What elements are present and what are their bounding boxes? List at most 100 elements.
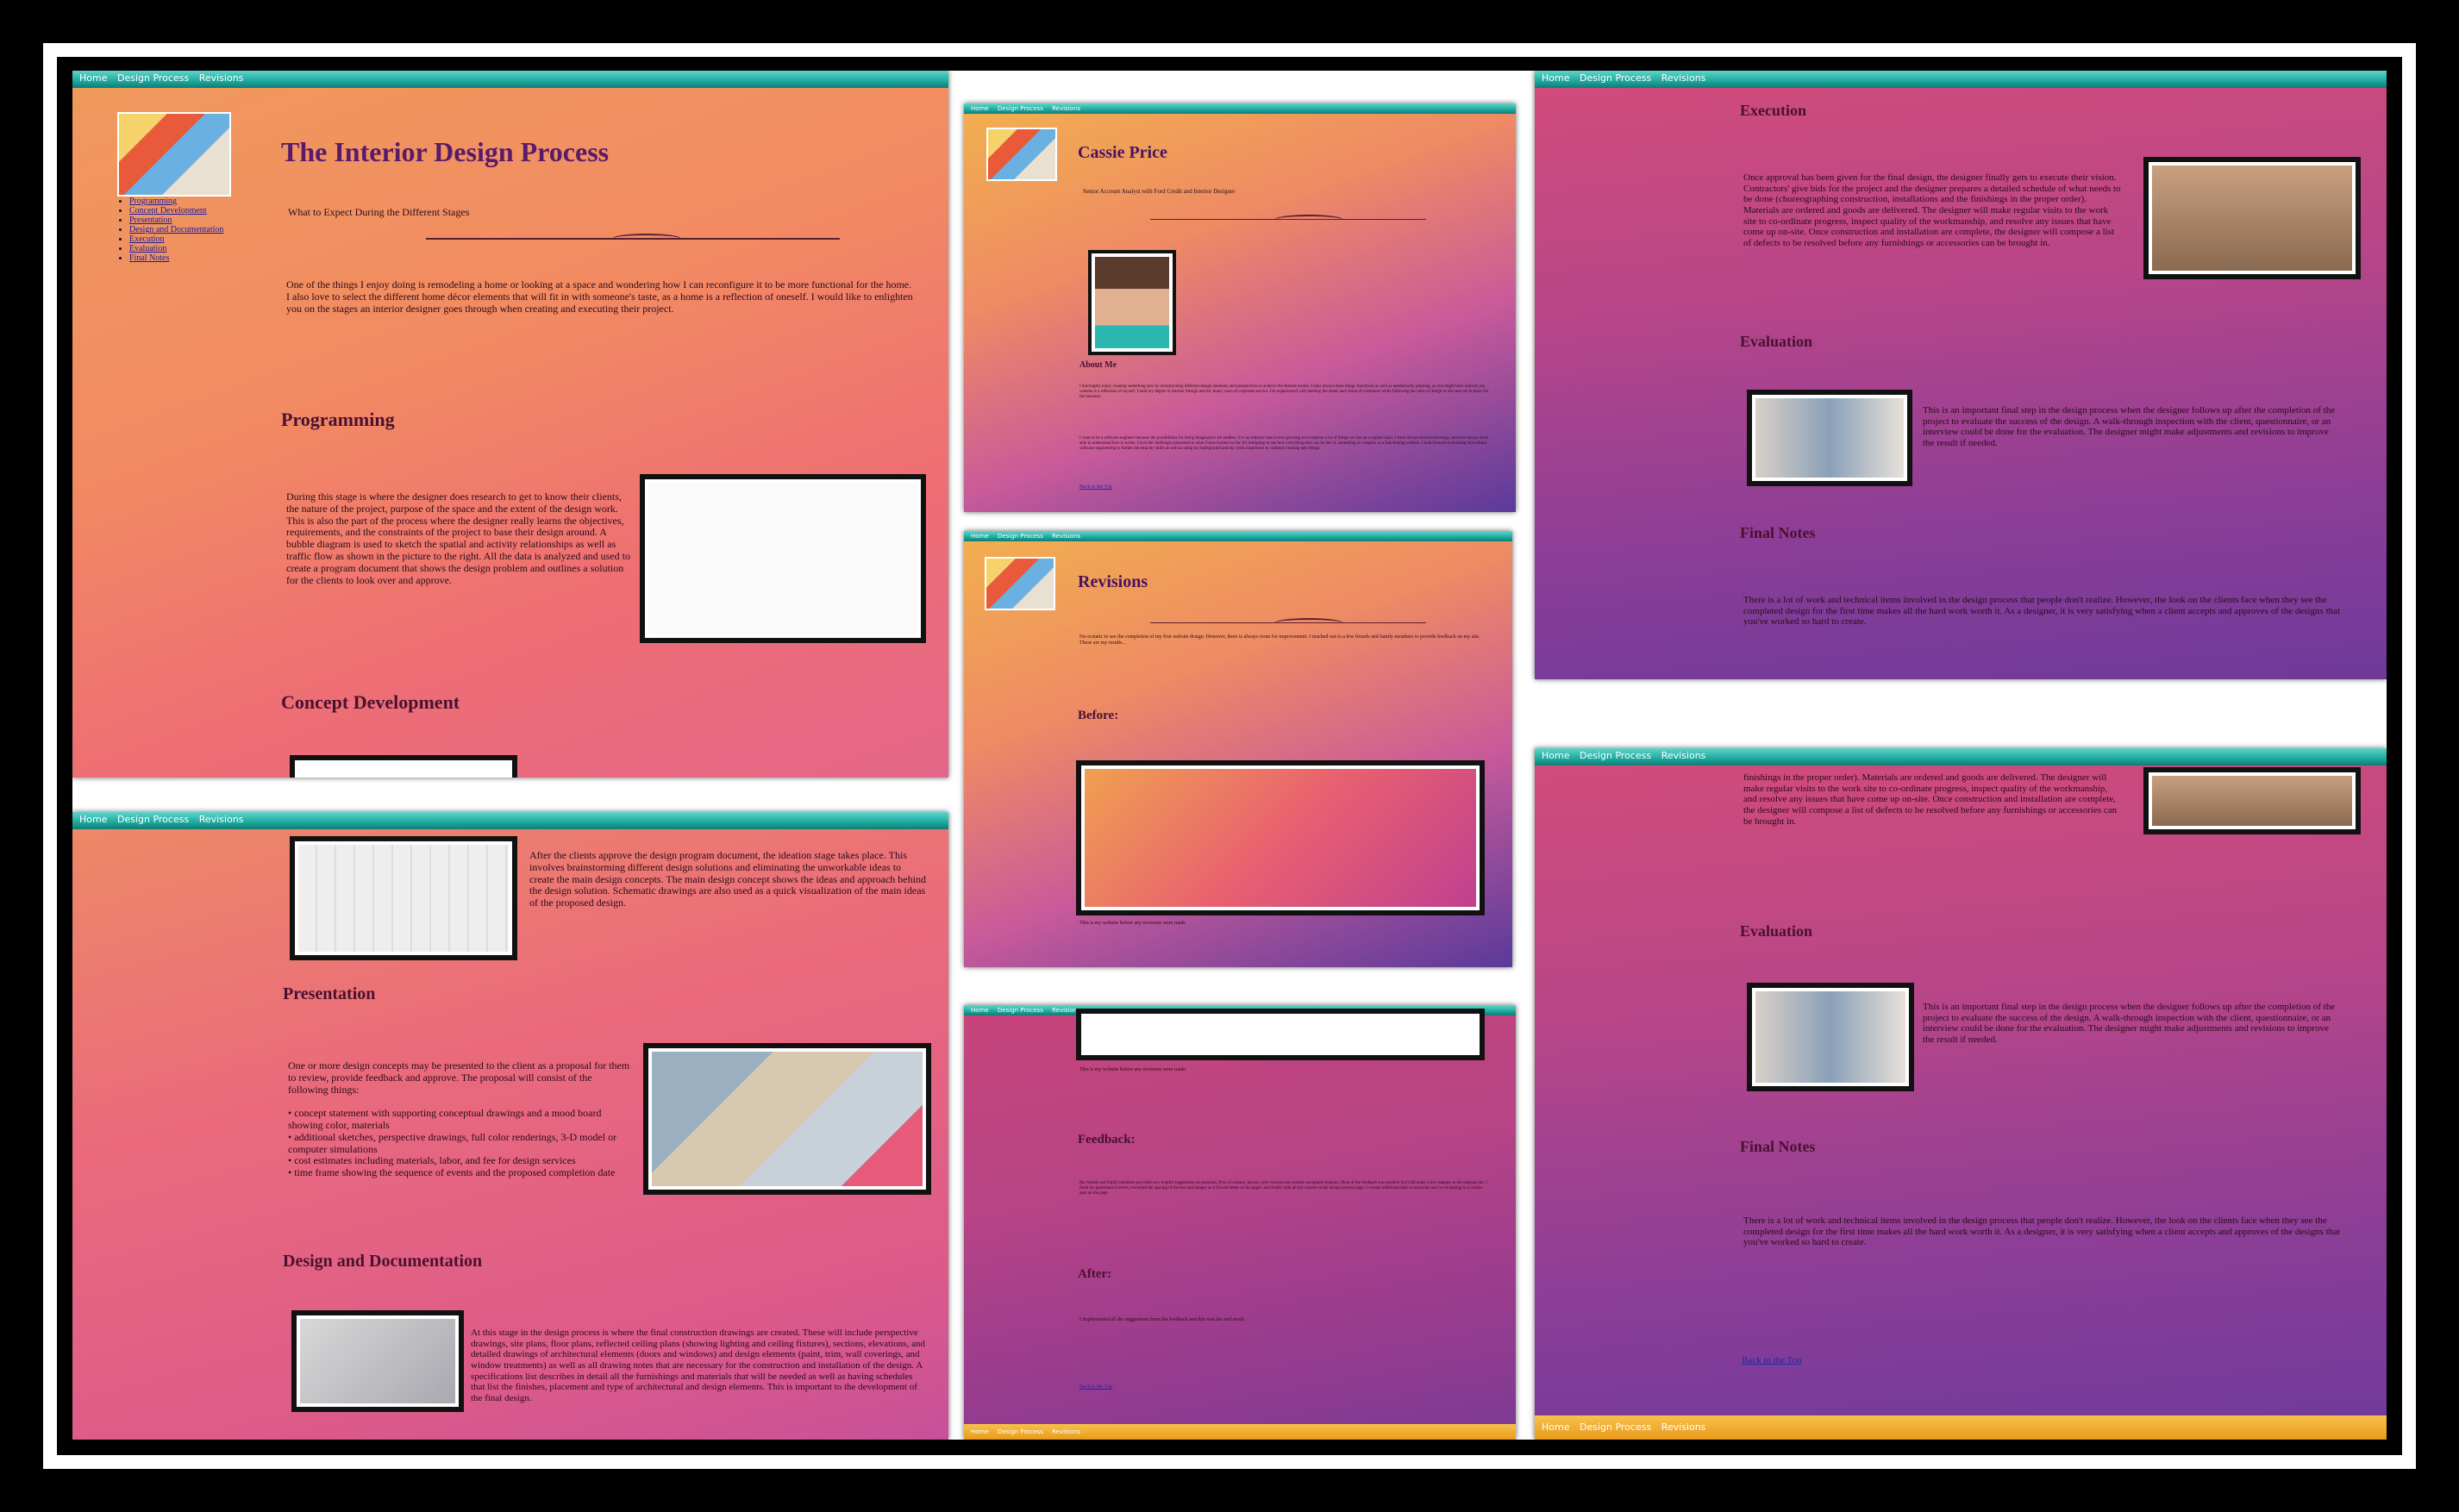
- execution-text: Once approval has been given for the fin…: [1743, 172, 2121, 248]
- documentation-heading: Design and Documentation: [283, 1252, 483, 1271]
- evaluation-heading: Evaluation: [1740, 922, 1813, 940]
- execution-heading: Execution: [1740, 102, 1807, 119]
- nav-home-link[interactable]: Home: [79, 814, 107, 825]
- nav-home-link[interactable]: Home: [971, 105, 989, 112]
- nav-design-process-link[interactable]: Design Process: [117, 814, 189, 825]
- nav-home-link[interactable]: Home: [1542, 750, 1569, 761]
- concept-heading: Concept Development: [281, 691, 460, 713]
- nav-home-link[interactable]: Home: [971, 1007, 989, 1014]
- mood-board-image: [643, 1043, 931, 1195]
- nav-home-link[interactable]: Home: [79, 72, 107, 84]
- walkthrough-image: [1747, 390, 1912, 486]
- nav-design-process-link[interactable]: Design Process: [1580, 72, 1651, 84]
- schematic-image-partial: [290, 755, 517, 778]
- screenshot-revisions-top: Home Design Process Revisions Revisions …: [964, 531, 1512, 967]
- evaluation-text: This is an important final step in the d…: [1923, 405, 2336, 448]
- blueprint-image: [291, 1310, 464, 1412]
- nav-bar: Home Design Process Revisions: [72, 812, 948, 829]
- about-paragraph-1: I thoroughly enjoy creating something ne…: [1079, 384, 1489, 399]
- revisions-title: Revisions: [1078, 572, 1148, 591]
- nav-bar: Home Design Process Revisions: [964, 531, 1512, 541]
- toc-item[interactable]: Design and Documentation: [129, 225, 302, 234]
- revisions-intro: I'm ecstatic to see the completion of my…: [1079, 634, 1480, 646]
- construction-site-image: [2143, 157, 2361, 279]
- back-to-top-link[interactable]: Back to the Top: [1742, 1355, 1802, 1365]
- before-screenshot-image: [1076, 760, 1485, 915]
- logo-image: [986, 128, 1057, 181]
- toc-item[interactable]: Presentation: [129, 216, 302, 225]
- toc-item[interactable]: Programming: [129, 197, 302, 206]
- ornamental-divider: [1150, 618, 1426, 623]
- after-text: I implemented all the suggestions from t…: [1079, 1317, 1246, 1322]
- nav-design-process-link[interactable]: Design Process: [998, 1007, 1043, 1014]
- nav-revisions-link[interactable]: Revisions: [1052, 105, 1080, 112]
- nav-revisions-link[interactable]: Revisions: [1661, 72, 1706, 84]
- final-notes-heading: Final Notes: [1740, 1138, 1816, 1155]
- toc-item[interactable]: Evaluation: [129, 244, 302, 253]
- footer-home-link[interactable]: Home: [971, 1428, 989, 1435]
- nav-home-link[interactable]: Home: [971, 533, 989, 540]
- footer-revisions-link[interactable]: Revisions: [1052, 1428, 1080, 1435]
- nav-revisions-link[interactable]: Revisions: [1661, 750, 1706, 761]
- nav-design-process-link[interactable]: Design Process: [117, 72, 189, 84]
- feedback-text: My friends and family members provided v…: [1079, 1181, 1487, 1196]
- before-caption: This is my website before any revisions …: [1079, 921, 1187, 926]
- about-role: Senior Account Analyst with Ford Credit …: [1083, 188, 1236, 195]
- back-to-top-link[interactable]: Back to the Top: [1079, 484, 1112, 490]
- about-heading: About Me: [1079, 360, 1117, 370]
- toc-item[interactable]: Final Notes: [129, 253, 302, 263]
- ornamental-divider: [1150, 215, 1426, 220]
- after-heading: After:: [1078, 1267, 1112, 1281]
- footer-nav-bar: Home Design Process Revisions: [964, 1424, 1516, 1440]
- nav-home-link[interactable]: Home: [1542, 72, 1569, 84]
- execution-text-partial: finishings in the proper order). Materia…: [1743, 772, 2118, 827]
- nav-bar: Home Design Process Revisions: [964, 103, 1516, 114]
- screenshot-design-top: Home Design Process Revisions The Interi…: [72, 71, 948, 778]
- nav-bar: Home Design Process Revisions: [1535, 71, 2387, 88]
- presentation-text: One or more design concepts may be prese…: [288, 1059, 630, 1179]
- toc-item[interactable]: Execution: [129, 234, 302, 244]
- nav-design-process-link[interactable]: Design Process: [998, 533, 1043, 540]
- screenshot-design-end: Home Design Process Revisions finishings…: [1535, 748, 2387, 1440]
- bubble-diagram-image: [640, 474, 926, 643]
- back-to-top-link[interactable]: Back to the Top: [1079, 1384, 1112, 1390]
- before-caption: This is my website before any revisions …: [1079, 1067, 1187, 1072]
- footer-design-process-link[interactable]: Design Process: [998, 1428, 1043, 1435]
- before-heading: Before:: [1078, 709, 1119, 722]
- page-title: The Interior Design Process: [281, 136, 610, 167]
- final-notes-text: There is a lot of work and technical ite…: [1743, 595, 2341, 628]
- toc-list: Programming Concept Development Presenta…: [119, 197, 302, 263]
- screenshot-about: Home Design Process Revisions Cassie Pri…: [964, 103, 1516, 512]
- concept-text: After the clients approve the design pro…: [529, 849, 926, 909]
- nav-bar: Home Design Process Revisions: [1535, 748, 2387, 765]
- nav-bar: Home Design Process Revisions: [72, 71, 948, 88]
- footer-home-link[interactable]: Home: [1542, 1421, 1569, 1433]
- construction-site-image-partial: [2143, 767, 2361, 834]
- nav-revisions-link[interactable]: Revisions: [199, 72, 244, 84]
- final-notes-heading: Final Notes: [1740, 524, 1816, 541]
- before-screenshot-image-partial: [1076, 1009, 1485, 1060]
- page-subtitle: What to Expect During the Different Stag…: [288, 206, 470, 218]
- footer-nav-bar: Home Design Process Revisions: [1535, 1415, 2387, 1440]
- walkthrough-image: [1747, 983, 1914, 1091]
- profile-photo: [1088, 250, 1176, 355]
- toc-item[interactable]: Concept Development: [129, 206, 302, 216]
- nav-design-process-link[interactable]: Design Process: [998, 105, 1043, 112]
- intro-text: One of the things I enjoy doing is remod…: [286, 278, 913, 315]
- nav-revisions-link[interactable]: Revisions: [199, 814, 244, 825]
- final-notes-text: There is a lot of work and technical ite…: [1743, 1215, 2341, 1248]
- footer-revisions-link[interactable]: Revisions: [1661, 1421, 1706, 1433]
- feedback-heading: Feedback:: [1078, 1133, 1136, 1146]
- programming-heading: Programming: [281, 409, 395, 430]
- evaluation-heading: Evaluation: [1740, 333, 1813, 350]
- nav-revisions-link[interactable]: Revisions: [1052, 533, 1080, 540]
- logo-image: [985, 557, 1055, 610]
- presentation-heading: Presentation: [283, 984, 376, 1003]
- programming-text: During this stage is where the designer …: [286, 490, 631, 586]
- about-name: Cassie Price: [1078, 143, 1167, 162]
- footer-design-process-link[interactable]: Design Process: [1580, 1421, 1651, 1433]
- nav-design-process-link[interactable]: Design Process: [1580, 750, 1651, 761]
- about-paragraph-2: I want to be a software engineer because…: [1079, 436, 1489, 451]
- logo-image: [117, 112, 231, 197]
- documentation-text: At this stage in the design process is w…: [471, 1328, 925, 1403]
